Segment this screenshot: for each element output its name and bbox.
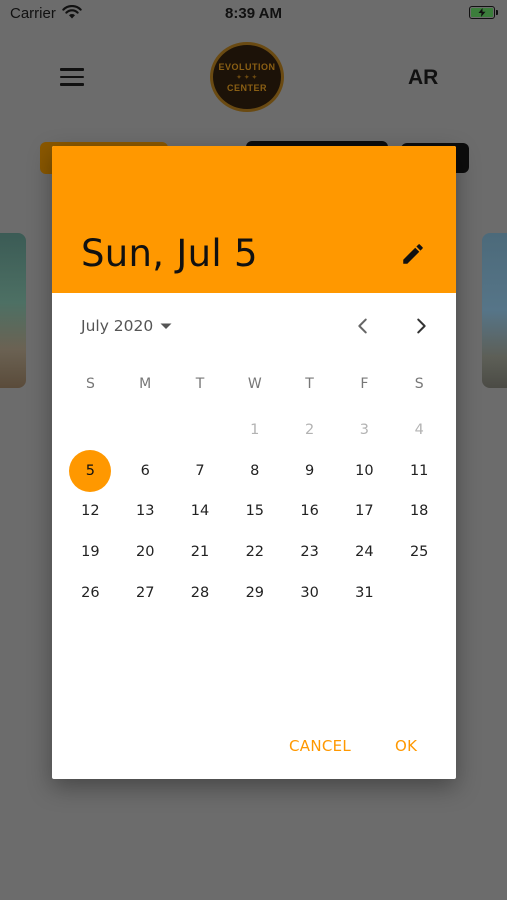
selected-date-title: Sun, Jul 5: [81, 232, 258, 275]
calendar-day[interactable]: 24: [337, 532, 392, 573]
calendar-day[interactable]: 20: [118, 532, 173, 573]
weekday-label: S: [85, 376, 95, 392]
month-navigation: July 2020: [52, 293, 456, 357]
calendar-day[interactable]: 31: [337, 572, 392, 613]
calendar-day[interactable]: 13: [118, 491, 173, 532]
calendar-day-label: 30: [300, 584, 319, 601]
calendar-day-label: 12: [81, 503, 100, 520]
calendar-day[interactable]: 30: [282, 572, 337, 613]
calendar-day-label: 11: [409, 462, 429, 479]
calendar-day-label: 22: [245, 544, 265, 561]
calendar-empty-cell: [118, 410, 173, 451]
calendar-day-label: 2: [304, 422, 315, 439]
status-bar: Carrier 8:39 AM: [0, 0, 507, 28]
calendar-day-label: 16: [300, 503, 319, 520]
calendar-day-label: 1: [250, 422, 260, 439]
calendar-day-label: 7: [195, 462, 205, 479]
calendar-day-label: 13: [135, 503, 155, 520]
calendar-day-disabled: 2: [282, 410, 337, 451]
calendar-day-label: 31: [355, 584, 374, 601]
calendar-day-label: 15: [245, 503, 265, 520]
calendar-day[interactable]: 7: [173, 451, 228, 492]
weekday-label: T: [305, 376, 314, 392]
calendar-empty-cell: [63, 410, 118, 451]
calendar-day-selected[interactable]: 5: [63, 449, 118, 492]
battery-icon: [469, 6, 498, 19]
weekday-label: S: [414, 376, 424, 392]
menu-icon[interactable]: [60, 68, 84, 86]
background-card-image: [482, 233, 507, 388]
calendar-day-grid: 1 2 3 4 5 6 7 8 9 10 11 12 13 14 15 16 17 18 19 20 21 22 23 24 2…: [63, 410, 447, 613]
weekday-label: F: [360, 376, 369, 392]
calendar-day[interactable]: 6: [118, 451, 173, 492]
date-picker-dialog: Sun, Jul 5 July 2020 S M T W T F S 12345…: [52, 146, 456, 779]
caret-down-icon[interactable]: [160, 323, 172, 330]
calendar-day[interactable]: 8: [227, 451, 282, 492]
calendar-day[interactable]: 25: [392, 532, 447, 573]
calendar-day[interactable]: 16: [282, 491, 337, 532]
month-year-selector[interactable]: July 2020: [81, 317, 153, 335]
calendar-day-label: 18: [409, 503, 429, 520]
calendar-day[interactable]: 15: [227, 491, 282, 532]
calendar-day[interactable]: 9: [282, 451, 337, 492]
ok-button[interactable]: OK: [395, 737, 417, 755]
logo-text-bottom: CENTER: [226, 82, 267, 93]
weekday-header-row: S M T W T F S: [63, 374, 447, 394]
calendar-day[interactable]: 23: [282, 532, 337, 573]
calendar-day-label: 21: [190, 544, 210, 561]
calendar-day[interactable]: 19: [63, 532, 118, 573]
calendar-day[interactable]: 14: [173, 491, 228, 532]
calendar-day-label: 29: [245, 584, 265, 601]
calendar-day[interactable]: 28: [173, 572, 228, 613]
language-toggle[interactable]: AR: [408, 66, 438, 90]
calendar-day[interactable]: 11: [392, 451, 447, 492]
cancel-button[interactable]: CANCEL: [289, 737, 351, 755]
chevron-right-icon[interactable]: [410, 315, 432, 337]
calendar-day-disabled: 4: [392, 410, 447, 451]
calendar-day-label: 8: [250, 462, 260, 479]
calendar-day[interactable]: 10: [337, 451, 392, 492]
weekday-label: M: [139, 376, 152, 392]
calendar-day-disabled: 3: [337, 410, 392, 451]
date-picker-header: Sun, Jul 5: [52, 146, 456, 293]
pencil-icon[interactable]: [400, 241, 426, 267]
weekday-label: T: [195, 376, 205, 392]
calendar-day-label: 23: [300, 544, 319, 561]
calendar-day-label: 10: [355, 462, 374, 479]
logo-text-top: EVOLUTION: [218, 61, 276, 72]
dialog-actions: CANCEL OK: [52, 715, 456, 779]
calendar-day-label: 17: [355, 503, 374, 520]
calendar-day[interactable]: 18: [392, 491, 447, 532]
calendar-empty-cell: [173, 410, 228, 451]
calendar-day-label: 19: [81, 544, 100, 561]
calendar-day[interactable]: 27: [118, 572, 173, 613]
calendar-day-label: 14: [190, 503, 210, 520]
weekday-label: W: [247, 376, 262, 392]
chevron-left-icon[interactable]: [352, 315, 374, 337]
calendar-day[interactable]: 29: [227, 572, 282, 613]
calendar-day-label: 20: [135, 544, 155, 561]
background-card-image: [0, 233, 26, 388]
calendar-day[interactable]: 12: [63, 491, 118, 532]
calendar-day-label: 9: [304, 462, 315, 479]
calendar-day-label: 4: [414, 422, 424, 439]
calendar-day-label: 5: [69, 449, 112, 492]
calendar-day-label: 26: [81, 584, 100, 601]
calendar-day-label: 28: [190, 584, 210, 601]
status-time: 8:39 AM: [225, 5, 282, 22]
calendar-day-label: 27: [135, 584, 155, 601]
calendar-day-label: 6: [140, 462, 150, 479]
app-logo: EVOLUTION ✦ ✦ ✦ CENTER: [210, 42, 284, 112]
calendar-day[interactable]: 26: [63, 572, 118, 613]
calendar-day-disabled: 1: [227, 410, 282, 451]
calendar-day[interactable]: 17: [337, 491, 392, 532]
calendar-day[interactable]: 22: [227, 532, 282, 573]
calendar-day[interactable]: 21: [173, 532, 228, 573]
calendar-day-label: 24: [355, 544, 374, 561]
calendar-day-label: 3: [359, 422, 369, 439]
calendar-day-label: 25: [409, 544, 429, 561]
